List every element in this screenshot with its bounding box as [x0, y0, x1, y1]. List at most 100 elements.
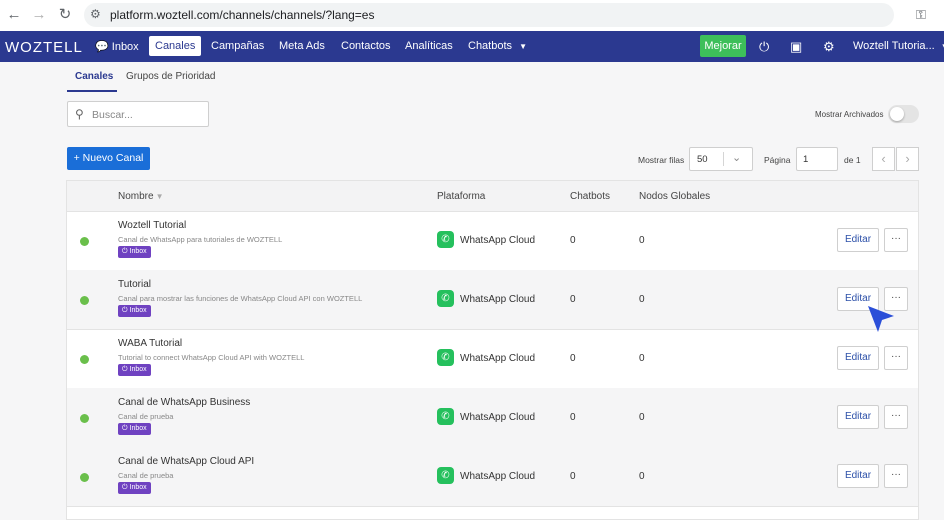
plug-icon: ⏻ — [122, 366, 128, 373]
plug-icon[interactable]: ⏻ — [759, 39, 769, 55]
plug-icon: ⏻ — [122, 307, 128, 314]
table-row[interactable]: Canal de WhatsApp Business Canal de prue… — [67, 388, 918, 448]
badge-label: Inbox — [129, 248, 147, 255]
edit-button[interactable]: Editar — [837, 346, 879, 370]
more-options-button[interactable]: ··· — [884, 228, 908, 252]
status-dot — [80, 296, 89, 305]
rows-value: 50 — [697, 154, 708, 165]
chatbots-count: 0 — [570, 235, 576, 246]
column-header-plataforma: Plataforma — [437, 191, 486, 202]
global-nodes-count: 0 — [639, 235, 645, 246]
address-bar[interactable]: ⚙ platform.woztell.com/channels/channels… — [84, 3, 894, 27]
column-header-label: Nombre — [118, 191, 154, 202]
table-row[interactable]: Woztell Tutorial Canal de WhatsApp para … — [67, 211, 918, 271]
inbox-badge: ⏻ Inbox — [118, 364, 151, 376]
channel-name: Tutorial — [118, 279, 151, 290]
channel-description: Canal de prueba — [118, 412, 174, 421]
top-navigation: WOZTELL 💬 Inbox Canales Campañas Meta Ad… — [0, 31, 944, 62]
archived-label: Mostrar Archivados — [815, 110, 884, 119]
global-nodes-count: 0 — [639, 353, 645, 364]
channel-description: Tutorial to connect WhatsApp Cloud API w… — [118, 353, 305, 362]
whatsapp-icon: ✆ — [437, 231, 454, 248]
gear-icon[interactable]: ⚙ — [823, 39, 835, 55]
whatsapp-icon: ✆ — [437, 290, 454, 307]
nav-item-label: Inbox — [111, 41, 139, 53]
inbox-badge: ⏻ Inbox — [118, 482, 151, 494]
chevron-left-icon: ‹ — [881, 151, 886, 166]
url-text[interactable]: platform.woztell.com/channels/channels/?… — [110, 8, 374, 22]
arrow-left-icon[interactable]: ← — [5, 6, 23, 24]
plug-icon: ⏻ — [122, 484, 128, 491]
global-nodes-count: 0 — [639, 471, 645, 482]
key-icon[interactable]: ⚿ — [916, 7, 926, 23]
platform-name: WhatsApp Cloud — [460, 294, 536, 305]
whatsapp-icon: ✆ — [437, 408, 454, 425]
column-header-nodos: Nodos Globales — [639, 191, 711, 202]
more-options-button[interactable]: ··· — [884, 405, 908, 429]
channel-name: Canal de WhatsApp Business — [118, 397, 251, 408]
nav-item-inbox[interactable]: 💬 Inbox — [95, 40, 139, 53]
badge-label: Inbox — [129, 484, 147, 491]
plug-icon: ⏻ — [122, 425, 128, 432]
whatsapp-icon: ✆ — [437, 349, 454, 366]
chatbots-count: 0 — [570, 412, 576, 423]
chevron-right-icon: › — [905, 151, 910, 166]
channel-description: Canal de prueba — [118, 471, 174, 480]
more-options-button[interactable]: ··· — [884, 346, 908, 370]
platform-name: WhatsApp Cloud — [460, 471, 536, 482]
page-number-input[interactable]: 1 — [796, 147, 838, 171]
site-settings-icon[interactable]: ⚙ — [90, 7, 101, 21]
plug-icon: ⏻ — [122, 248, 128, 255]
tab-grupos-prioridad[interactable]: Grupos de Prioridad — [126, 71, 216, 82]
tab-canales[interactable]: Canales — [75, 71, 113, 82]
next-page-button[interactable]: › — [896, 147, 919, 171]
inbox-badge: ⏻ Inbox — [118, 423, 151, 435]
chatbots-count: 0 — [570, 353, 576, 364]
nav-item-chatbots[interactable]: Chatbots ▼ — [468, 40, 527, 52]
column-header-nombre[interactable]: Nombre ▼ — [118, 191, 164, 202]
toggle-knob — [890, 107, 904, 121]
edit-button[interactable]: Editar — [837, 228, 879, 252]
chatbots-count: 0 — [570, 471, 576, 482]
search-icon: ⚲ — [75, 107, 84, 121]
chatbots-count: 0 — [570, 294, 576, 305]
active-tab-indicator — [67, 90, 117, 92]
nav-item-canales[interactable]: Canales — [149, 36, 202, 56]
search-field[interactable]: ⚲ — [67, 101, 209, 127]
nav-item-analiticas[interactable]: Analíticas — [405, 40, 453, 52]
channels-table: Nombre ▼ Plataforma Chatbots Nodos Global… — [66, 180, 919, 520]
status-dot — [80, 473, 89, 482]
channel-name: Canal de WhatsApp Cloud API — [118, 456, 255, 467]
rows-per-page-select[interactable]: 50 ⌄ — [689, 147, 753, 171]
table-header: Nombre ▼ Plataforma Chatbots Nodos Global… — [67, 181, 918, 212]
archived-toggle[interactable] — [888, 105, 919, 123]
channel-name: Woztell Tutorial — [118, 220, 187, 231]
page-label: Página — [764, 155, 791, 165]
upgrade-button[interactable]: Mejorar — [700, 35, 746, 57]
rows-label: Mostrar filas — [638, 155, 685, 165]
search-input[interactable] — [90, 106, 204, 124]
nav-item-campanas[interactable]: Campañas — [211, 40, 264, 52]
arrow-right-icon[interactable]: → — [30, 6, 48, 24]
previous-page-button[interactable]: ‹ — [872, 147, 895, 171]
table-row[interactable]: Tutorial Canal para mostrar las funcione… — [67, 270, 918, 330]
edit-button[interactable]: Editar — [837, 464, 879, 488]
mouse-cursor-icon — [868, 306, 894, 332]
store-icon[interactable]: ▣ — [790, 39, 802, 55]
table-row[interactable]: Canal de WhatsApp Cloud API Canal de pru… — [67, 447, 918, 507]
reload-icon[interactable]: ↻ — [56, 6, 74, 24]
nav-item-meta-ads[interactable]: Meta Ads — [279, 40, 325, 52]
platform-name: WhatsApp Cloud — [460, 235, 536, 246]
nav-item-contactos[interactable]: Contactos — [341, 40, 391, 52]
more-options-button[interactable]: ··· — [884, 464, 908, 488]
channel-name: WABA Tutorial — [118, 338, 183, 349]
chat-bubble-icon: 💬 — [95, 41, 109, 53]
user-menu[interactable]: Woztell Tutoria... ▼ — [853, 40, 944, 52]
logo[interactable]: WOZTELL — [5, 39, 83, 56]
global-nodes-count: 0 — [639, 412, 645, 423]
table-row[interactable]: WABA Tutorial Tutorial to connect WhatsA… — [67, 329, 918, 389]
edit-button[interactable]: Editar — [837, 405, 879, 429]
inbox-badge: ⏻ Inbox — [118, 305, 151, 317]
column-header-chatbots: Chatbots — [570, 191, 611, 202]
new-channel-button[interactable]: + Nuevo Canal — [67, 147, 150, 170]
